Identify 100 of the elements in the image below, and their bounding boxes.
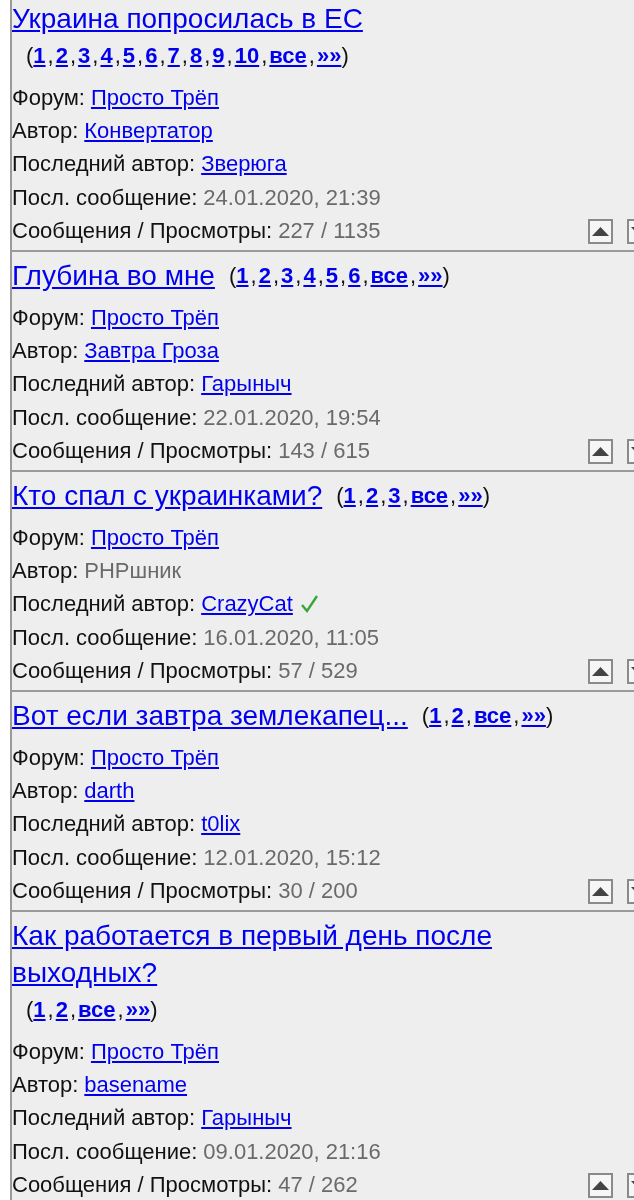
page-link[interactable]: все bbox=[410, 482, 449, 508]
field-label: Сообщения / Просмотры: bbox=[12, 438, 273, 465]
page-link[interactable]: 3 bbox=[78, 43, 91, 68]
field-value: 24.01.2020, 21:39 bbox=[203, 184, 381, 211]
page-link[interactable]: 3 bbox=[388, 482, 401, 508]
page-link[interactable]: 9 bbox=[212, 43, 225, 68]
page-link[interactable]: »» bbox=[521, 702, 546, 728]
page-link[interactable]: 8 bbox=[189, 43, 203, 68]
topic-title-link[interactable]: Вот если завтра землекапец... bbox=[12, 696, 408, 734]
field-label: Посл. сообщение: bbox=[12, 844, 198, 871]
field-label: Автор: bbox=[12, 558, 79, 584]
comma: , bbox=[117, 996, 124, 1022]
page-link[interactable]: 1 bbox=[429, 702, 442, 728]
page-link[interactable]: 5 bbox=[325, 262, 338, 288]
field-label: Автор: bbox=[12, 118, 79, 145]
topic-title-link[interactable]: Глубина во мне bbox=[12, 256, 215, 294]
forum-link[interactable]: Просто Трёп bbox=[90, 304, 219, 331]
page-link[interactable]: 4 bbox=[100, 43, 113, 68]
parenthesis: ( bbox=[26, 996, 34, 1022]
forum-link[interactable]: Просто Трёп bbox=[90, 84, 219, 111]
user-link[interactable]: Зверюга bbox=[201, 151, 287, 178]
comma: , bbox=[513, 702, 520, 728]
page-link[interactable]: 2 bbox=[55, 996, 68, 1022]
page-link[interactable]: 1 bbox=[343, 482, 356, 508]
comma: , bbox=[92, 43, 99, 68]
page-link[interactable]: 2 bbox=[55, 43, 68, 68]
comma: , bbox=[308, 43, 315, 68]
page-link[interactable]: 4 bbox=[303, 262, 316, 288]
field-label: Посл. сообщение: bbox=[12, 184, 198, 211]
forum-link[interactable]: Просто Трёп bbox=[90, 744, 219, 771]
field-label: Сообщения / Просмотры: bbox=[12, 658, 273, 685]
comma: , bbox=[357, 482, 364, 508]
page-link[interactable]: 2 bbox=[258, 262, 271, 288]
page-link[interactable]: 1 bbox=[33, 43, 46, 68]
field-label: Форум: bbox=[12, 84, 85, 111]
comma: , bbox=[465, 702, 472, 728]
parenthesis: ) bbox=[482, 482, 491, 508]
field-value: 143 / 615 bbox=[278, 438, 370, 465]
user-link[interactable]: Гарыныч bbox=[201, 1105, 292, 1132]
page-link[interactable]: все bbox=[78, 996, 116, 1022]
page-link[interactable]: 1 bbox=[236, 262, 249, 288]
comma: , bbox=[380, 482, 387, 508]
forum-link[interactable]: Просто Трёп bbox=[90, 524, 219, 551]
page-link[interactable]: 10 bbox=[234, 43, 260, 68]
comma: , bbox=[409, 262, 417, 288]
field-label: Автор: bbox=[12, 338, 79, 365]
page-link[interactable]: 6 bbox=[348, 262, 361, 288]
page-link[interactable]: все bbox=[370, 262, 408, 288]
field-label: Форум: bbox=[12, 524, 85, 551]
topic-title-link[interactable]: Как работается в первый день после выходных? bbox=[12, 916, 532, 991]
comma: , bbox=[204, 43, 211, 68]
page-link[interactable]: 3 bbox=[281, 262, 294, 288]
page-link[interactable]: 2 bbox=[451, 702, 464, 728]
comma: , bbox=[450, 482, 457, 508]
parenthesis: ) bbox=[442, 262, 450, 288]
comma: , bbox=[47, 996, 54, 1022]
field-label: Посл. сообщение: bbox=[12, 404, 198, 431]
parenthesis: ) bbox=[545, 702, 554, 728]
parenthesis: ( bbox=[26, 43, 34, 68]
user-link[interactable]: Завтра Гроза bbox=[84, 338, 219, 365]
comma: , bbox=[272, 262, 279, 288]
field-value: 227 / 1135 bbox=[278, 218, 381, 245]
page-link[interactable]: 7 bbox=[167, 43, 180, 68]
parenthesis: ) bbox=[150, 996, 158, 1022]
user-link[interactable]: Конвертатор bbox=[84, 118, 213, 145]
topic-title-link[interactable]: Кто спал с украинками? bbox=[12, 476, 323, 514]
topic-title-link[interactable]: Украина попросилась в ЕС bbox=[12, 0, 363, 37]
field-label: Сообщения / Просмотры: bbox=[12, 1172, 273, 1199]
comma: , bbox=[226, 43, 233, 68]
page-link[interactable]: »» bbox=[458, 482, 483, 508]
parenthesis: ( bbox=[336, 482, 344, 508]
comma: , bbox=[47, 43, 54, 68]
page-link[interactable]: 6 bbox=[145, 43, 158, 68]
parenthesis: ( bbox=[421, 702, 430, 728]
comma: , bbox=[362, 262, 369, 288]
field-label: Автор: bbox=[12, 777, 79, 804]
forum-link[interactable]: Просто Трёп bbox=[90, 1038, 219, 1065]
field-label: Форум: bbox=[12, 744, 85, 771]
field-label: Посл. сообщение: bbox=[12, 624, 198, 651]
field-label: Последний автор: bbox=[12, 811, 196, 838]
field-value: 09.01.2020, 21:16 bbox=[203, 1138, 381, 1165]
user-link[interactable]: darth bbox=[84, 777, 135, 804]
field-value: 12.01.2020, 15:12 bbox=[203, 844, 381, 871]
page-link[interactable]: все bbox=[269, 43, 307, 68]
page-link[interactable]: все bbox=[473, 702, 512, 728]
comma: , bbox=[443, 702, 450, 728]
user-link[interactable]: Гарыныч bbox=[201, 371, 292, 398]
user-link[interactable]: basename bbox=[84, 1071, 188, 1098]
page-link[interactable]: »» bbox=[418, 262, 443, 288]
comma: , bbox=[114, 43, 121, 68]
page-link[interactable]: 5 bbox=[122, 43, 136, 68]
field-label: Последний автор: bbox=[12, 591, 196, 618]
field-label: Последний автор: bbox=[12, 151, 196, 178]
page-link[interactable]: 1 bbox=[33, 996, 46, 1022]
page-link[interactable]: 2 bbox=[365, 482, 379, 508]
user-name: PHPшник bbox=[84, 558, 182, 584]
user-link[interactable]: t0lix bbox=[201, 811, 241, 838]
user-link[interactable]: CrazyCat bbox=[201, 591, 293, 618]
field-label: Сообщения / Просмотры: bbox=[12, 878, 273, 905]
field-label: Автор: bbox=[12, 1071, 79, 1098]
